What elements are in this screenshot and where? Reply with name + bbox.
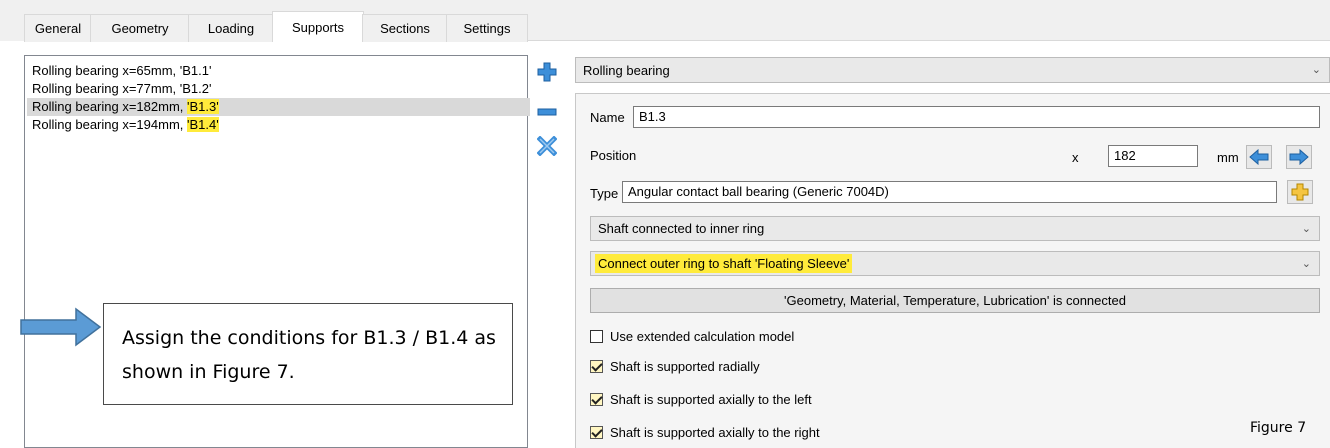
extended-model-checkbox[interactable]: Use extended calculation model	[590, 326, 794, 346]
x-label: x	[1072, 150, 1079, 165]
list-item-name: 'B1.1'	[179, 63, 212, 78]
annotation-callout: Assign the conditions for B1.3 / B1.4 as…	[103, 303, 513, 405]
name-label: Name	[590, 110, 625, 125]
list-item-prefix: Rolling bearing x=194mm,	[32, 117, 187, 132]
tab-geometry[interactable]: Geometry	[90, 14, 190, 42]
annotation-text: Assign the conditions for B1.3 / B1.4 as…	[122, 327, 496, 383]
add-support-button[interactable]	[536, 61, 558, 83]
figure-caption: Figure 7	[1250, 420, 1307, 436]
outer-ring-dropdown[interactable]: Connect outer ring to shaft 'Floating Sl…	[590, 251, 1320, 276]
checkbox-label: Shaft is supported radially	[610, 358, 760, 374]
inner-ring-dropdown[interactable]: Shaft connected to inner ring ⌄	[590, 216, 1320, 241]
position-label: Position	[590, 148, 637, 163]
type-input[interactable]: Angular contact ball bearing (Generic 70…	[622, 181, 1277, 203]
move-right-button[interactable]	[1286, 145, 1312, 169]
inner-ring-value: Shaft connected to inner ring	[598, 221, 765, 236]
type-label: Type	[590, 186, 619, 201]
checkbox-label: Shaft is supported axially to the right	[610, 424, 820, 440]
list-item-prefix: Rolling bearing x=65mm,	[32, 63, 180, 78]
list-item-name-highlight: 'B1.4'	[187, 117, 219, 132]
axial-right-checkbox[interactable]: Shaft is supported axially to the right	[590, 422, 820, 442]
checkbox-checked-icon	[590, 392, 603, 406]
checkbox-icon	[590, 329, 603, 343]
list-item-prefix: Rolling bearing x=182mm,	[32, 99, 187, 114]
arrow-right-icon	[1289, 149, 1309, 165]
list-item-selected[interactable]: Rolling bearing x=182mm, 'B1.3'	[27, 98, 530, 116]
list-item[interactable]: Rolling bearing x=65mm, 'B1.1'	[27, 62, 530, 80]
annotation-arrow	[20, 307, 102, 347]
delete-all-button[interactable]	[536, 135, 558, 157]
checkbox-label: Shaft is supported axially to the left	[610, 391, 812, 407]
plus-icon	[1291, 183, 1309, 201]
connected-info-text: 'Geometry, Material, Temperature, Lubric…	[784, 293, 1126, 308]
list-item[interactable]: Rolling bearing x=77mm, 'B1.2'	[27, 80, 530, 98]
chevron-down-icon: ⌄	[1301, 258, 1311, 270]
list-item-prefix: Rolling bearing x=77mm,	[32, 81, 180, 96]
select-bearing-button[interactable]	[1287, 180, 1313, 204]
tab-loading[interactable]: Loading	[188, 14, 274, 42]
support-type-value: Rolling bearing	[583, 62, 670, 78]
list-item[interactable]: Rolling bearing x=194mm, 'B1.4'	[27, 116, 530, 134]
checkbox-label: Use extended calculation model	[610, 328, 795, 344]
outer-ring-value: Connect outer ring to shaft 'Floating Sl…	[595, 254, 853, 273]
tab-general[interactable]: General	[24, 14, 92, 42]
move-left-button[interactable]	[1246, 145, 1272, 169]
remove-support-button[interactable]	[536, 101, 558, 123]
minus-icon	[537, 108, 557, 116]
list-item-name: 'B1.2'	[179, 81, 212, 96]
tab-supports[interactable]: Supports	[272, 11, 364, 42]
radial-support-checkbox[interactable]: Shaft is supported radially	[590, 356, 760, 376]
position-input[interactable]: 182	[1108, 145, 1198, 167]
cross-icon	[537, 136, 557, 156]
list-item-name-highlight: 'B1.3'	[187, 99, 219, 114]
connected-info-button[interactable]: 'Geometry, Material, Temperature, Lubric…	[590, 288, 1320, 313]
tab-sections[interactable]: Sections	[362, 14, 448, 42]
support-type-dropdown[interactable]: Rolling bearing ⌄	[575, 57, 1330, 83]
axial-left-checkbox[interactable]: Shaft is supported axially to the left	[590, 389, 812, 409]
tab-settings[interactable]: Settings	[446, 14, 528, 42]
chevron-down-icon: ⌄	[1301, 223, 1311, 235]
name-input[interactable]: B1.3	[633, 106, 1320, 128]
chevron-down-icon: ⌄	[1311, 64, 1321, 76]
plus-icon	[537, 62, 557, 82]
unit-label: mm	[1217, 150, 1239, 165]
checkbox-checked-icon	[590, 425, 603, 439]
arrow-left-icon	[1249, 149, 1269, 165]
checkbox-checked-icon	[590, 359, 603, 373]
